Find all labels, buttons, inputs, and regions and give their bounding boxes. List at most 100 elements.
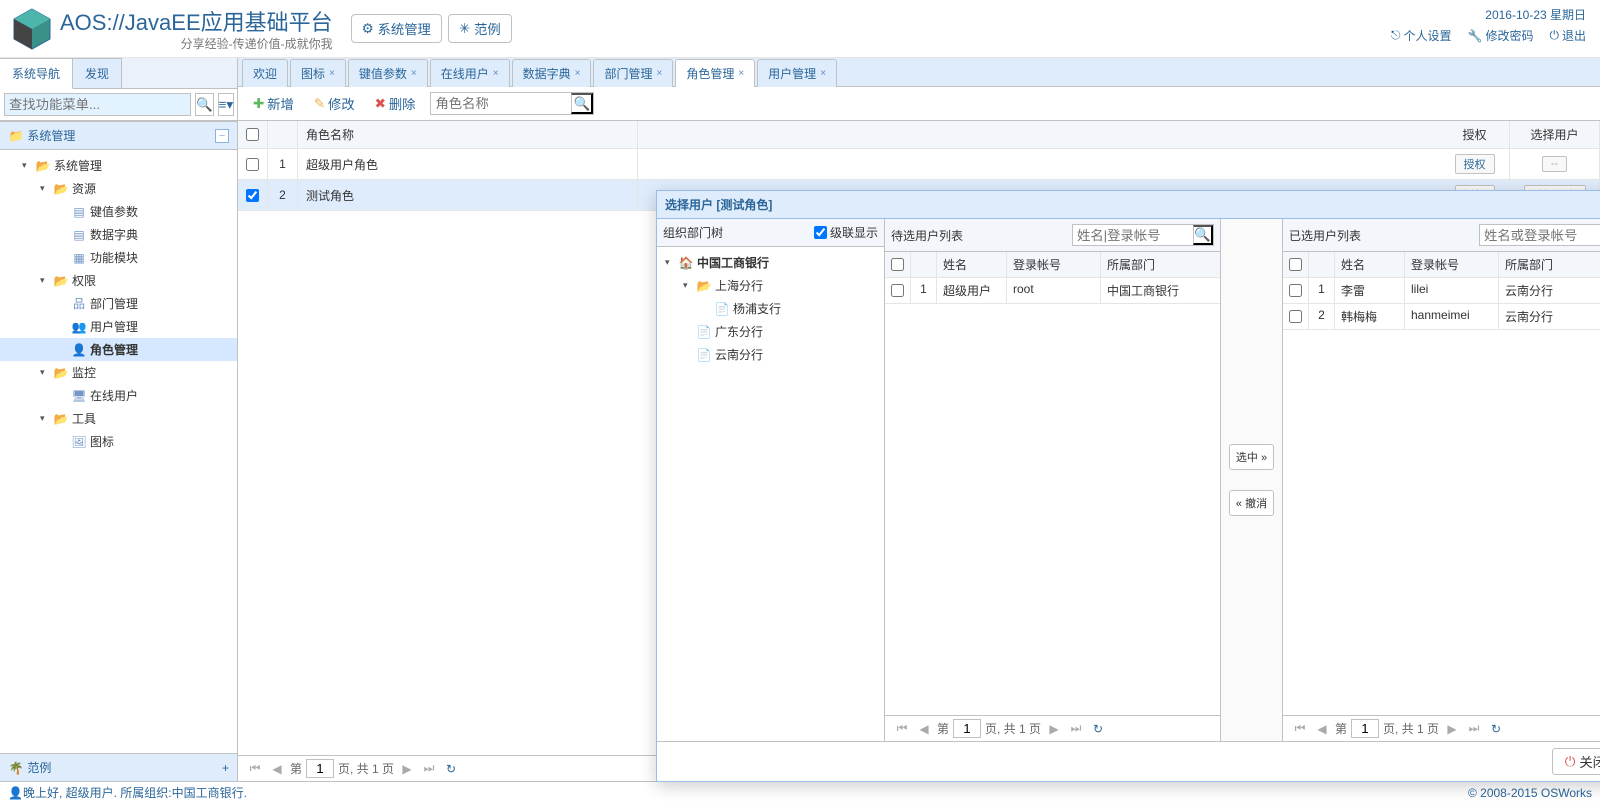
tree-kv[interactable]: ▤键值参数	[0, 200, 237, 223]
tree-tools[interactable]: ▾📂工具	[0, 407, 237, 430]
dialog-close-button[interactable]: ⏻关闭	[1552, 748, 1600, 775]
first-page-icon[interactable]: ⏮	[246, 760, 264, 778]
tree-perm[interactable]: ▾📂权限	[0, 269, 237, 292]
tree-dept[interactable]: 品部门管理	[0, 292, 237, 315]
accordion-sys[interactable]: 📁 系统管理 −	[0, 121, 237, 150]
sidebar-search-input[interactable]	[5, 94, 190, 115]
toolbar: ✚新增 ✎修改 ✖删除 🔍	[238, 87, 1600, 121]
prev-page-icon[interactable]: ◀	[915, 720, 933, 738]
sel-row-checkbox[interactable]	[1289, 310, 1302, 323]
sel-row[interactable]: 1 李雷 lilei 云南分行	[1283, 278, 1600, 304]
tab-role[interactable]: 角色管理×	[675, 59, 755, 87]
tab-welcome[interactable]: 欢迎	[242, 59, 288, 87]
file-icon: 📄	[696, 347, 712, 363]
close-icon[interactable]: ×	[411, 68, 417, 79]
prev-page-icon[interactable]: ◀	[1313, 720, 1331, 738]
avail-row[interactable]: 1 超级用户 root 中国工商银行	[885, 278, 1220, 304]
sel-select-all[interactable]	[1289, 258, 1302, 271]
tab-dict[interactable]: 数据字典×	[512, 59, 592, 87]
toolbar-search-button[interactable]: 🔍	[571, 93, 593, 114]
dept-tree-yn[interactable]: 📄云南分行	[657, 343, 884, 366]
last-page-icon[interactable]: ⏭	[420, 760, 438, 778]
sidebar-search-button[interactable]: 🔍	[195, 93, 214, 116]
avail-pager: ⏮ ◀ 第 页, 共 1 页 ▶ ⏭ ↻	[885, 715, 1220, 741]
sidebar-tab-discover[interactable]: 发现	[73, 58, 122, 88]
add-button[interactable]: ✚新增	[244, 90, 303, 117]
refresh-icon[interactable]: ↻	[442, 760, 460, 778]
select-all-checkbox[interactable]	[246, 128, 259, 141]
auth-button[interactable]: 授权	[1455, 154, 1495, 174]
expand-icon[interactable]: +	[222, 761, 229, 775]
dept-tree-sh[interactable]: ▾📂上海分行	[657, 274, 884, 297]
close-icon[interactable]: ×	[575, 68, 581, 79]
move-left-button[interactable]: « 撤消	[1229, 490, 1274, 516]
collapse-icon[interactable]: −	[215, 129, 229, 143]
move-right-button[interactable]: 选中 »	[1229, 444, 1274, 470]
avail-page-input[interactable]	[953, 719, 981, 738]
sel-page-input[interactable]	[1351, 719, 1379, 738]
header-sys-button[interactable]: ⚙系统管理	[351, 14, 442, 43]
cascade-checkbox[interactable]	[814, 226, 827, 239]
user-status-icon: 👤	[8, 786, 23, 800]
tree-user[interactable]: 👥用户管理	[0, 315, 237, 338]
close-icon[interactable]: ×	[656, 68, 662, 79]
tree-mod[interactable]: ▦功能模块	[0, 246, 237, 269]
avail-row-checkbox[interactable]	[891, 284, 904, 297]
close-icon[interactable]: ×	[738, 68, 744, 79]
toolbar-search-input[interactable]	[431, 93, 571, 114]
header-sample-button[interactable]: ✳范例	[448, 14, 512, 43]
change-password-link[interactable]: 🔧修改密码	[1468, 27, 1534, 44]
refresh-icon[interactable]: ↻	[1487, 720, 1505, 738]
wrench-icon: 🔧	[1468, 29, 1483, 43]
close-icon[interactable]: ×	[820, 68, 826, 79]
tab-online[interactable]: 在线用户×	[430, 59, 510, 87]
tab-user[interactable]: 用户管理×	[757, 59, 837, 87]
tree-res[interactable]: ▾📂资源	[0, 177, 237, 200]
close-icon[interactable]: ×	[493, 68, 499, 79]
tree-sys[interactable]: ▾📂系统管理	[0, 154, 237, 177]
sidebar-menu-button[interactable]: ≡▾	[218, 93, 234, 116]
col-sel: 选择用户	[1510, 121, 1600, 148]
tree-icon[interactable]: 🖼图标	[0, 430, 237, 453]
list-icon: ▤	[71, 227, 87, 243]
accordion-sample[interactable]: 🌴 范例 +	[0, 753, 237, 781]
tree-monitor[interactable]: ▾📂监控	[0, 361, 237, 384]
tree-dict[interactable]: ▤数据字典	[0, 223, 237, 246]
close-icon[interactable]: ×	[329, 68, 335, 79]
last-page-icon[interactable]: ⏭	[1067, 720, 1085, 738]
sel-search-input[interactable]	[1480, 225, 1600, 245]
personal-settings-link[interactable]: ⎋个人设置	[1391, 27, 1452, 44]
next-page-icon[interactable]: ▶	[398, 760, 416, 778]
select-user-dialog: 选择用户 [测试角色] ✕ 组织部门树 级联显示 ▾🏠中国工商银行 ▾📂上海分行	[656, 190, 1600, 782]
grid-row[interactable]: 1 超级用户角色 授权 --	[238, 149, 1600, 180]
tab-kv[interactable]: 键值参数×	[348, 59, 428, 87]
refresh-icon[interactable]: ↻	[1089, 720, 1107, 738]
tree-online[interactable]: 🖥在线用户	[0, 384, 237, 407]
sel-row[interactable]: 2 韩梅梅 hanmeimei 云南分行	[1283, 304, 1600, 330]
dept-tree-yp[interactable]: 📄杨浦支行	[657, 297, 884, 320]
delete-button[interactable]: ✖删除	[366, 90, 425, 117]
dialog-title-bar[interactable]: 选择用户 [测试角色] ✕	[657, 191, 1600, 219]
row-checkbox[interactable]	[246, 158, 259, 171]
first-page-icon[interactable]: ⏮	[1291, 720, 1309, 738]
avail-search-input[interactable]	[1073, 225, 1193, 245]
next-page-icon[interactable]: ▶	[1443, 720, 1461, 738]
first-page-icon[interactable]: ⏮	[893, 720, 911, 738]
edit-button[interactable]: ✎修改	[305, 90, 364, 117]
tree-role[interactable]: 👤角色管理	[0, 338, 237, 361]
dept-tree-gd[interactable]: 📄广东分行	[657, 320, 884, 343]
logout-link[interactable]: ⏻退出	[1549, 27, 1586, 44]
last-page-icon[interactable]: ⏭	[1465, 720, 1483, 738]
dept-tree-root[interactable]: ▾🏠中国工商银行	[657, 251, 884, 274]
monitor-icon: 🖥	[71, 388, 87, 404]
next-page-icon[interactable]: ▶	[1045, 720, 1063, 738]
row-checkbox[interactable]	[246, 189, 259, 202]
prev-page-icon[interactable]: ◀	[268, 760, 286, 778]
sidebar-tab-nav[interactable]: 系统导航	[0, 58, 73, 89]
page-input[interactable]	[306, 759, 334, 778]
sel-row-checkbox[interactable]	[1289, 284, 1302, 297]
avail-search-button[interactable]: 🔍	[1193, 225, 1213, 245]
avail-select-all[interactable]	[891, 258, 904, 271]
tab-dept[interactable]: 部门管理×	[593, 59, 673, 87]
tab-icon[interactable]: 图标×	[290, 59, 346, 87]
